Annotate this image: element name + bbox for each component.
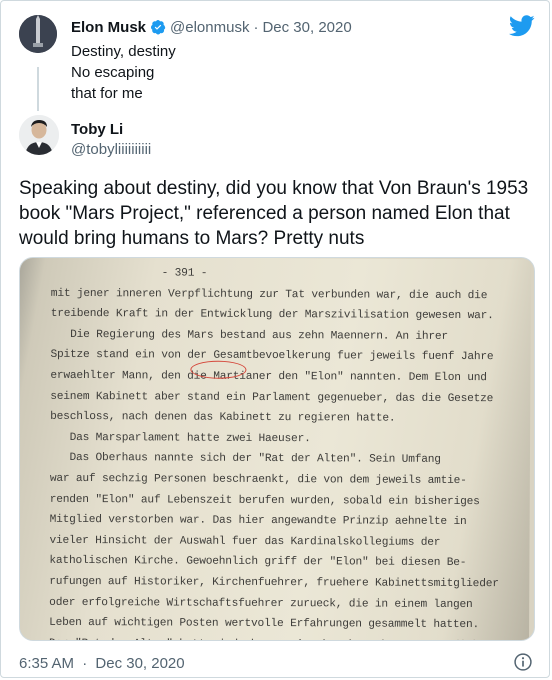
rocket-icon bbox=[19, 15, 57, 53]
document-line: - 391 - bbox=[50, 266, 208, 280]
person-photo-icon bbox=[19, 115, 59, 155]
document-line: rufungen auf Historiker, Kirchenfuehrer,… bbox=[49, 575, 499, 591]
document-line: Das Marsparlament hatte zwei Haeuser. bbox=[50, 431, 311, 445]
document-line: seinem Kabinett aber stand ein Parlament… bbox=[50, 390, 494, 405]
tweet-time: 6:35 AM bbox=[19, 655, 75, 672]
tweet-image[interactable]: - 391 - mit jener inneren Verpflichtung z… bbox=[19, 257, 535, 641]
thread-connector-line bbox=[37, 67, 39, 111]
quoted-author-handle[interactable]: @elonmusk bbox=[170, 19, 249, 36]
twitter-bird-icon[interactable] bbox=[509, 15, 535, 37]
document-line: Das Oberhaus nannte sich der "Rat der Al… bbox=[49, 452, 441, 467]
elon-highlight-circle bbox=[190, 360, 247, 379]
elon-avatar[interactable] bbox=[19, 15, 57, 53]
typewritten-page-photo: - 391 - mit jener inneren Verpflichtung z… bbox=[20, 258, 532, 640]
verified-badge-icon bbox=[151, 20, 166, 35]
document-line: Leben auf wichtigen Posten wertvolle Erf… bbox=[49, 616, 480, 632]
document-line: treibende Kraft in der Entwicklung der M… bbox=[50, 308, 494, 323]
typewritten-text: - 391 - mit jener inneren Verpflichtung z… bbox=[49, 263, 521, 640]
document-line: Mitglied verstorben war. Das hier angewa… bbox=[49, 513, 467, 529]
dot-separator: · bbox=[253, 18, 259, 36]
info-icon[interactable] bbox=[513, 652, 533, 672]
dot-separator: · bbox=[82, 655, 88, 672]
document-line: erwaehlter Mann, den die Martianer den "… bbox=[50, 369, 487, 385]
document-line: war auf sechzig Personen beschraenkt, di… bbox=[49, 472, 467, 487]
quoted-author-name[interactable]: Elon Musk bbox=[71, 19, 146, 36]
document-line: Spitze stand ein von der Gesamtbevoelker… bbox=[50, 349, 494, 364]
document-line: renden "Elon" auf Lebenszeit berufen wur… bbox=[49, 493, 480, 508]
document-line: oder erfolgreiche Wirtschaftsfuehrer zur… bbox=[49, 596, 473, 611]
toby-avatar[interactable] bbox=[19, 115, 59, 155]
tweet-text: Speaking about destiny, did you know tha… bbox=[19, 178, 529, 249]
author-name[interactable]: Toby Li bbox=[71, 121, 123, 138]
document-line: Die Regierung des Mars bestand aus zehn … bbox=[50, 328, 448, 343]
tweet-card: Elon Musk @elonmusk · Dec 30, 2020 Desti… bbox=[0, 0, 550, 678]
tweet-date: Dec 30, 2020 bbox=[95, 655, 185, 672]
author-handle[interactable]: @tobyliiiiiiiiii bbox=[71, 141, 151, 158]
tweet-timestamp[interactable]: 6:35 AM · Dec 30, 2020 bbox=[19, 655, 185, 672]
document-line: beschloss, nach denen das Kabinett zu re… bbox=[50, 411, 396, 425]
quoted-tweet-text: Destiny, destiny No escaping that for me bbox=[71, 43, 176, 102]
document-line: katholischen Kirche. Gewoehnlich griff d… bbox=[49, 555, 467, 570]
document-line: mit jener inneren Verpflichtung zur Tat … bbox=[50, 287, 488, 302]
document-line: vieler Hinsicht der Auswahl fuer das Kar… bbox=[49, 534, 441, 549]
quoted-date[interactable]: Dec 30, 2020 bbox=[262, 19, 351, 36]
